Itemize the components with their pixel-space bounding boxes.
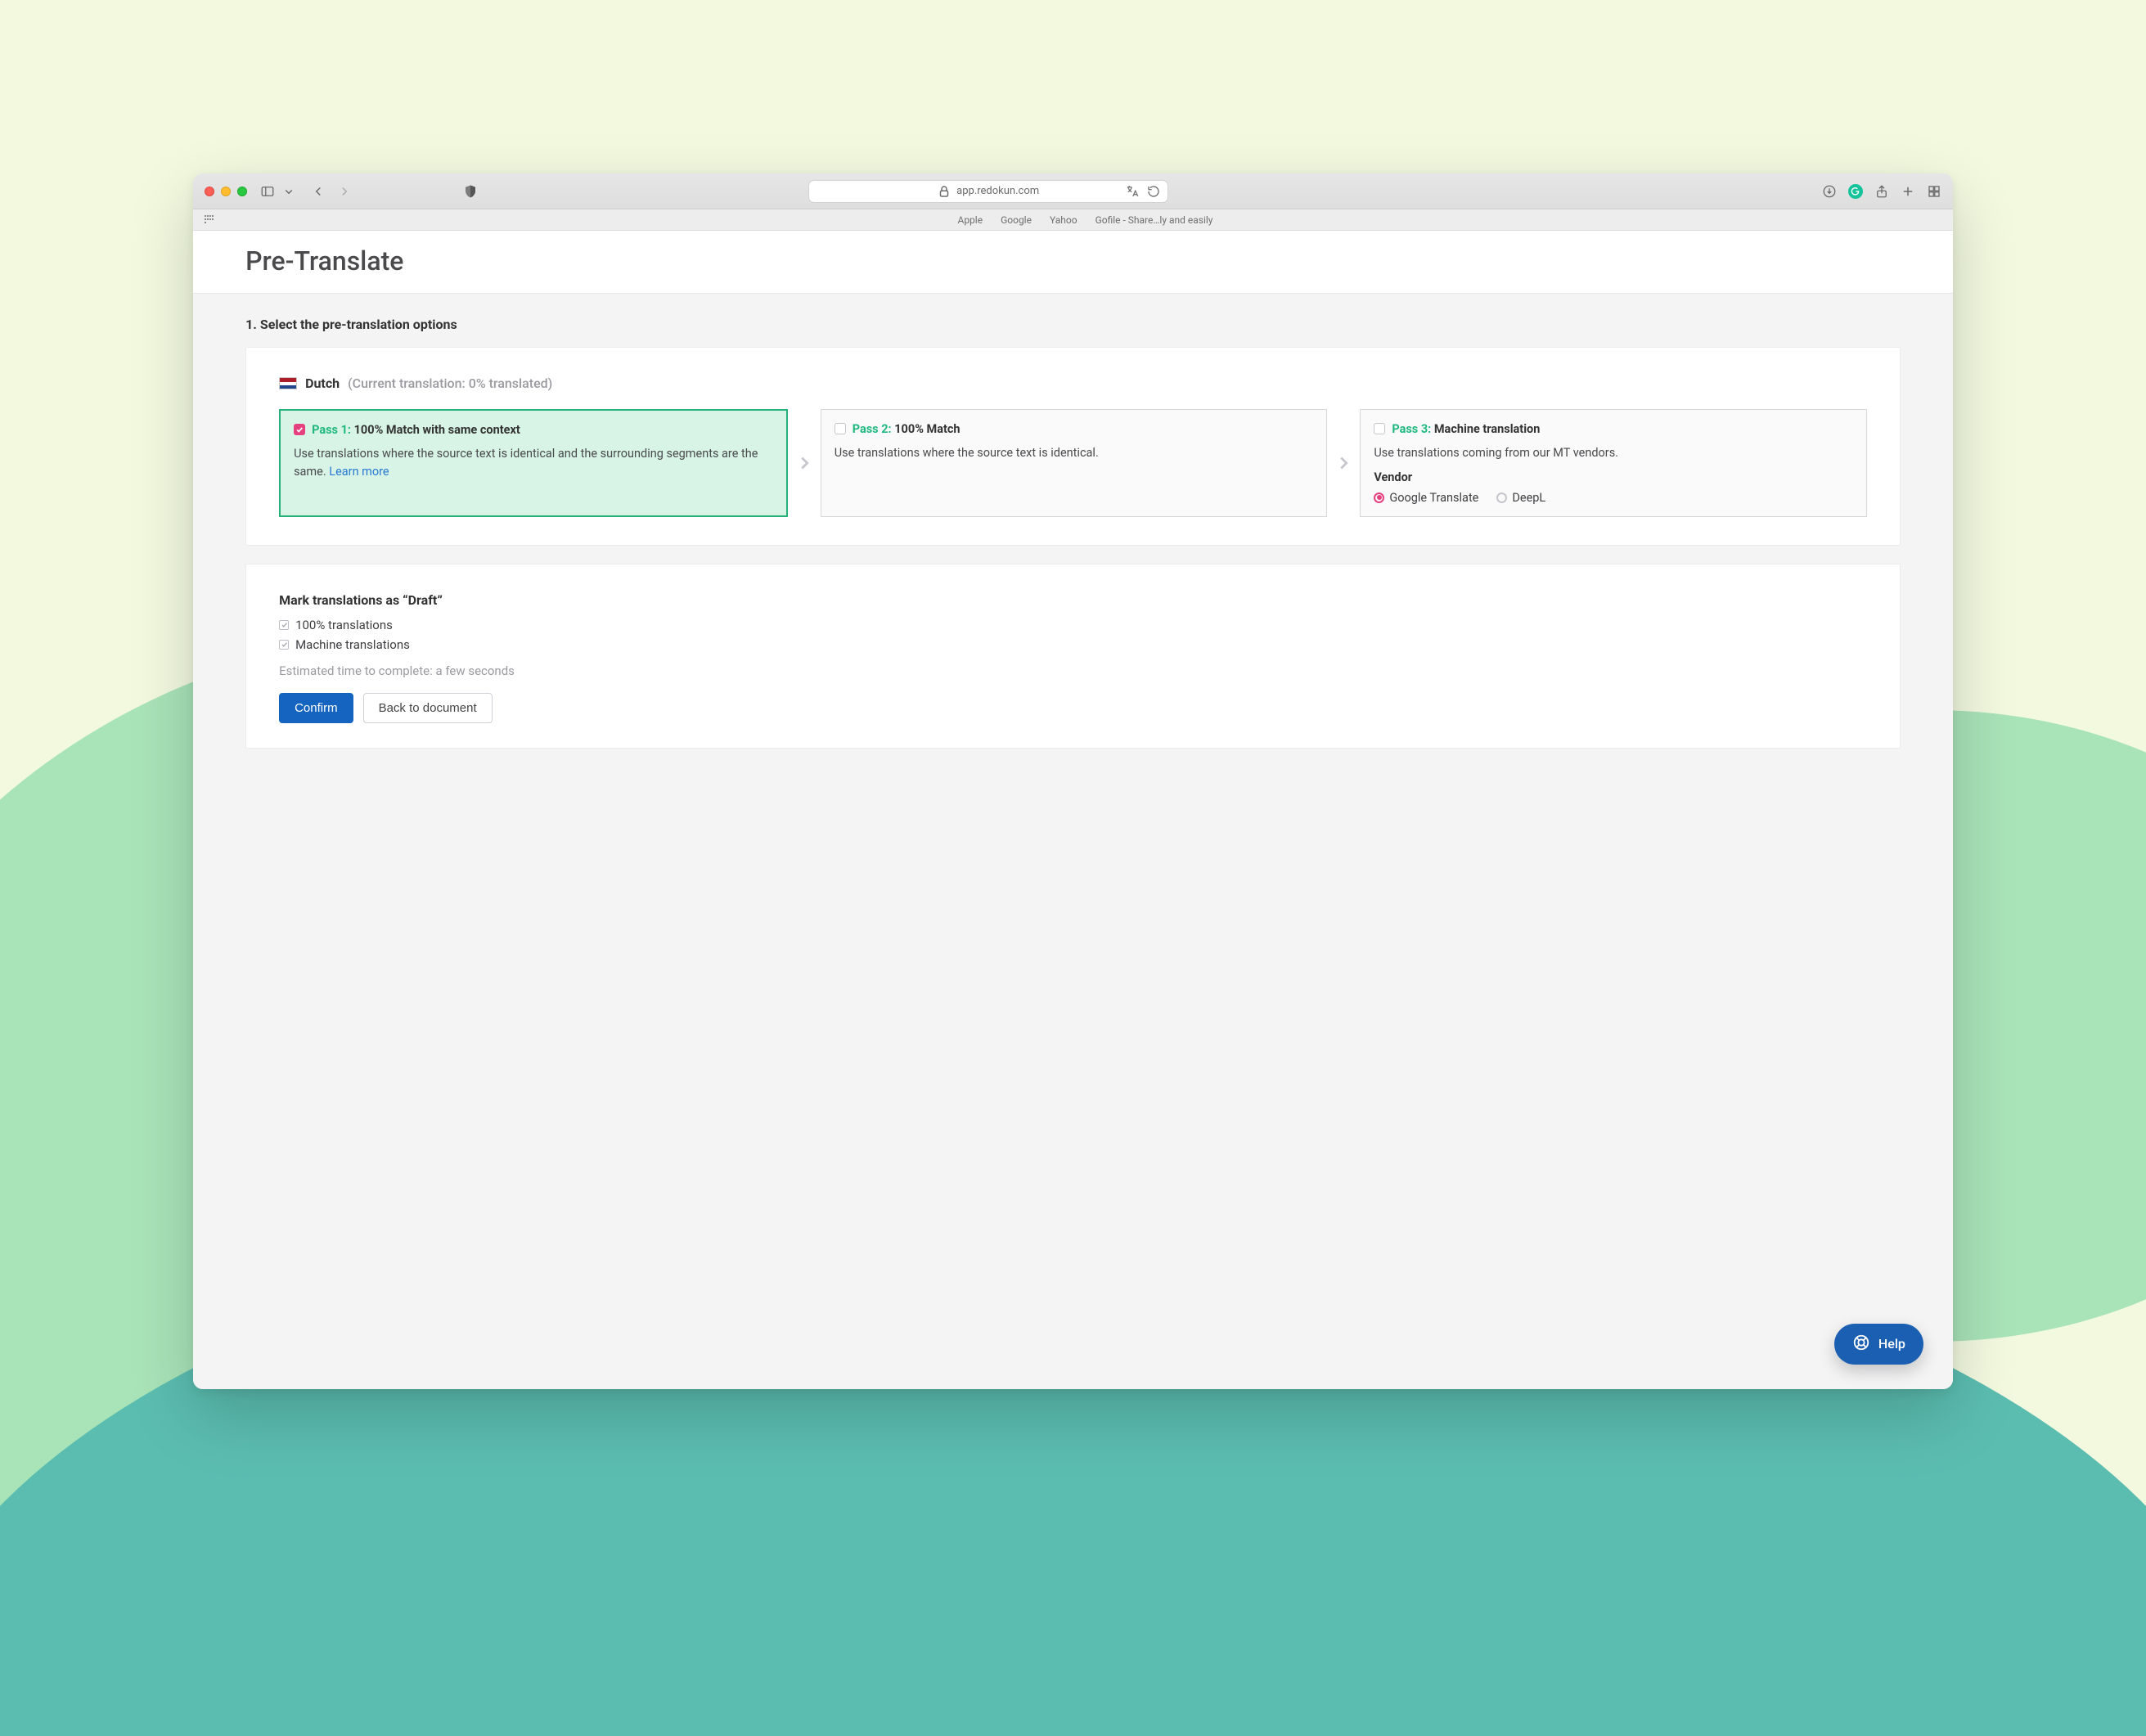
browser-window: app.redokun.com xyxy=(193,173,1953,1388)
pass-2-title: 100% Match xyxy=(894,422,960,436)
page-title: Pre-Translate xyxy=(245,245,1901,277)
chevron-down-icon[interactable] xyxy=(281,184,296,199)
flag-nl-icon xyxy=(279,377,297,389)
pass-1-checkbox[interactable] xyxy=(294,424,305,435)
vendor-google-option[interactable]: Google Translate xyxy=(1374,491,1478,505)
help-label: Help xyxy=(1878,1336,1905,1351)
bookmark-apple[interactable]: Apple xyxy=(957,214,983,226)
new-tab-icon[interactable] xyxy=(1901,184,1915,199)
language-line: Dutch (Current translation: 0% translate… xyxy=(279,376,1867,391)
help-button[interactable]: Help xyxy=(1834,1324,1923,1365)
bookmark-gofile[interactable]: Gofile - Share…ly and easily xyxy=(1095,214,1213,226)
eta-text: Estimated time to complete: a few second… xyxy=(279,663,1867,678)
pass-3-prefix: Pass 3: xyxy=(1392,422,1431,436)
back-to-document-button[interactable]: Back to document xyxy=(363,693,493,723)
draft-heading: Mark translations as “Draft” xyxy=(279,592,1867,608)
browser-toolbar: app.redokun.com xyxy=(193,173,1953,209)
pass-2-checkbox[interactable] xyxy=(835,423,846,434)
pass-1-desc: Use translations where the source text i… xyxy=(294,445,773,481)
pass-1-prefix: Pass 1: xyxy=(312,423,351,437)
address-bar[interactable]: app.redokun.com xyxy=(808,180,1168,203)
bookmark-yahoo[interactable]: Yahoo xyxy=(1050,214,1077,226)
arrow-1-icon xyxy=(788,409,821,516)
pass-3-checkbox[interactable] xyxy=(1374,423,1385,434)
draft-card: Mark translations as “Draft” 100% transl… xyxy=(245,564,1901,749)
grammarly-icon[interactable] xyxy=(1848,184,1863,199)
pass-3-card[interactable]: Pass 3: Machine translation Use translat… xyxy=(1360,409,1867,516)
pass-3-desc: Use translations coming from our MT vend… xyxy=(1374,444,1853,462)
pass-2-card[interactable]: Pass 2: 100% Match Use translations wher… xyxy=(821,409,1328,516)
learn-more-link[interactable]: Learn more xyxy=(329,465,389,479)
vendor-deepl-radio[interactable] xyxy=(1496,492,1507,503)
draft-opt-100[interactable]: 100% translations xyxy=(279,618,1867,632)
share-icon[interactable] xyxy=(1874,184,1889,199)
lifebuoy-icon xyxy=(1852,1333,1870,1355)
pass-2-desc: Use translations where the source text i… xyxy=(835,444,1314,462)
passes-row: Pass 1: 100% Match with same context Use… xyxy=(279,409,1867,516)
language-status: (Current translation: 0% translated) xyxy=(348,376,552,391)
draft-opt-mt[interactable]: Machine translations xyxy=(279,637,1867,652)
draft-mt-checkbox[interactable] xyxy=(279,640,289,650)
lock-icon xyxy=(937,184,952,199)
window-close-button[interactable] xyxy=(205,187,214,196)
reload-icon[interactable] xyxy=(1146,184,1161,199)
options-card: Dutch (Current translation: 0% translate… xyxy=(245,347,1901,545)
downloads-icon[interactable] xyxy=(1822,184,1837,199)
page-header: Pre-Translate xyxy=(193,231,1953,294)
vendor-deepl-option[interactable]: DeepL xyxy=(1496,491,1545,505)
vendor-google-radio[interactable] xyxy=(1374,492,1384,503)
back-button-icon[interactable] xyxy=(311,184,326,199)
pass-1-card[interactable]: Pass 1: 100% Match with same context Use… xyxy=(279,409,788,516)
confirm-button[interactable]: Confirm xyxy=(279,693,353,723)
window-zoom-button[interactable] xyxy=(237,187,247,196)
pass-2-prefix: Pass 2: xyxy=(853,422,892,436)
arrow-2-icon xyxy=(1327,409,1360,516)
bookmarks-grip-icon[interactable] xyxy=(205,215,214,225)
tab-overview-icon[interactable] xyxy=(1927,184,1941,199)
pass-1-title: 100% Match with same context xyxy=(354,423,520,437)
url-host: app.redokun.com xyxy=(956,185,1039,197)
traffic-lights xyxy=(205,187,247,196)
window-minimize-button[interactable] xyxy=(221,187,231,196)
draft-100-checkbox[interactable] xyxy=(279,620,289,630)
bookmarks-bar: Apple Google Yahoo Gofile - Share…ly and… xyxy=(193,209,1953,231)
vendor-label: Vendor xyxy=(1374,470,1853,484)
forward-button-icon[interactable] xyxy=(337,184,352,199)
shield-icon[interactable] xyxy=(463,184,478,199)
step-heading: 1. Select the pre-translation options xyxy=(245,317,1901,332)
bookmark-google[interactable]: Google xyxy=(1001,214,1032,226)
sidebar-toggle-icon[interactable] xyxy=(260,184,275,199)
language-name: Dutch xyxy=(305,376,340,391)
pass-3-title: Machine translation xyxy=(1434,422,1541,436)
translate-icon[interactable] xyxy=(1125,184,1140,199)
